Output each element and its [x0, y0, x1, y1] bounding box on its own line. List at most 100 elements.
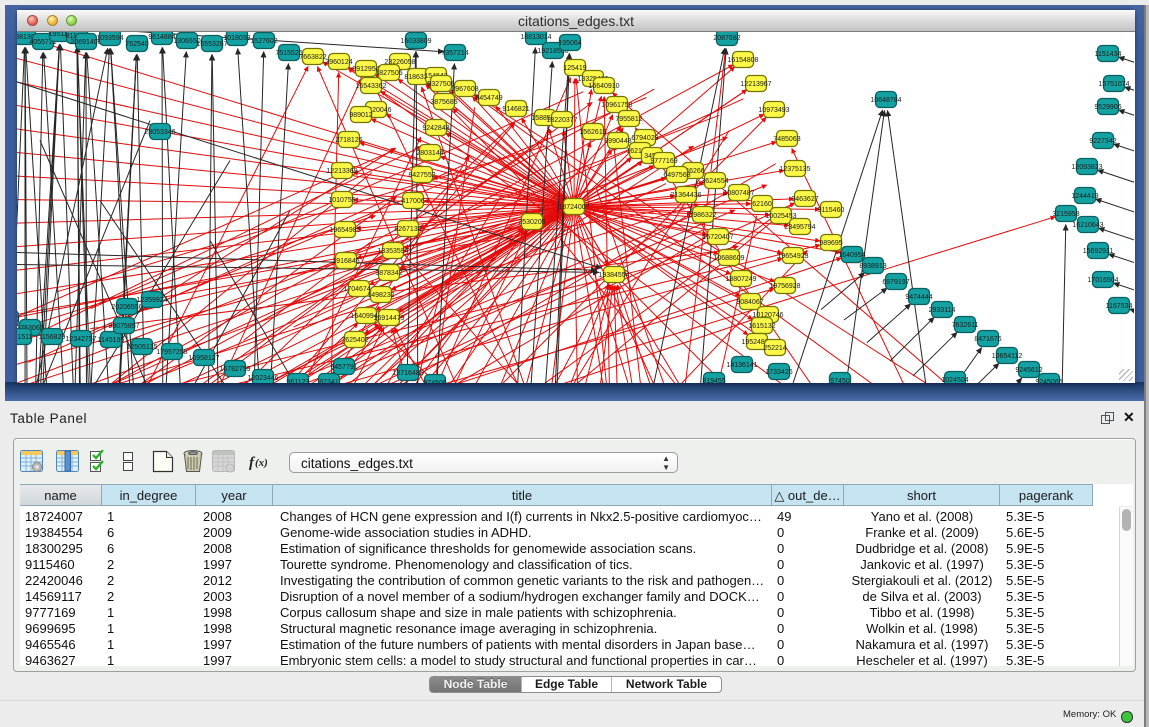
svg-text:8427552: 8427552: [408, 172, 435, 179]
svg-text:16033809: 16033809: [400, 38, 431, 45]
svg-text:989012: 989012: [349, 112, 372, 119]
svg-text:12359924: 12359924: [136, 297, 167, 304]
svg-text:7625402: 7625402: [341, 337, 368, 344]
svg-text:13716485: 13716485: [392, 370, 423, 377]
svg-text:23495794: 23495794: [784, 224, 815, 231]
svg-text:16640910: 16640910: [588, 83, 619, 90]
svg-text:2933114: 2933114: [929, 307, 956, 314]
svg-text:18220377: 18220377: [546, 117, 577, 124]
svg-text:9777169: 9777169: [650, 158, 677, 165]
svg-text:1498232: 1498232: [367, 292, 394, 299]
svg-text:16782759: 16782759: [219, 366, 250, 373]
svg-text:125419: 125419: [563, 65, 586, 72]
svg-text:12093823: 12093823: [1071, 164, 1102, 171]
svg-text:87341: 87341: [319, 379, 339, 383]
svg-text:3624554: 3624554: [701, 178, 728, 185]
svg-text:7955812: 7955812: [615, 116, 642, 123]
svg-text:6879197: 6879197: [882, 279, 909, 286]
svg-text:391511: 391511: [17, 334, 33, 341]
svg-text:1615132: 1615132: [748, 323, 775, 330]
svg-text:16553267: 16553267: [196, 41, 227, 48]
svg-text:9115460: 9115460: [818, 207, 845, 214]
svg-text:195064: 195064: [558, 40, 581, 47]
svg-text:819455: 819455: [702, 378, 725, 383]
svg-text:20206556: 20206556: [111, 304, 142, 311]
svg-text:16543362: 16543362: [355, 83, 386, 90]
svg-text:16210643: 16210643: [1072, 222, 1103, 229]
svg-text:10654112: 10654112: [992, 353, 1023, 360]
svg-text:1145195: 1145195: [98, 337, 125, 344]
svg-text:(x): (x): [255, 457, 268, 469]
svg-text:15751074: 15751074: [1098, 81, 1129, 88]
svg-text:2718126: 2718126: [335, 137, 362, 144]
svg-text:1018033: 1018033: [223, 35, 250, 42]
svg-text:1827505: 1827505: [375, 70, 402, 77]
svg-text:2530205: 2530205: [518, 219, 545, 226]
svg-text:93075857: 93075857: [108, 323, 139, 330]
svg-text:2087682: 2087682: [713, 35, 740, 42]
svg-text:1562615: 1562615: [579, 129, 606, 136]
svg-text:3875685: 3875685: [430, 99, 457, 106]
svg-text:989695: 989695: [819, 240, 842, 247]
svg-text:10648784: 10648784: [870, 97, 901, 104]
svg-text:7485063: 7485063: [773, 136, 800, 143]
svg-text:9529906: 9529906: [1094, 104, 1121, 111]
svg-text:9146821: 9146821: [502, 106, 529, 113]
svg-text:7515526: 7515526: [275, 50, 302, 57]
svg-text:15720407: 15720407: [702, 234, 733, 241]
svg-text:9084067: 9084067: [736, 299, 763, 306]
svg-text:1156829: 1156829: [39, 334, 66, 341]
svg-text:1244419: 1244419: [1071, 193, 1098, 200]
svg-text:17016504: 17016504: [1087, 277, 1118, 284]
svg-text:8454749: 8454749: [475, 95, 502, 102]
svg-text:1167534: 1167534: [1106, 303, 1133, 310]
svg-text:1916845: 1916845: [332, 258, 359, 265]
svg-text:1024504: 1024504: [941, 377, 968, 383]
svg-text:7632611: 7632611: [952, 322, 979, 329]
svg-text:12505135: 12505135: [126, 344, 157, 351]
svg-text:10688609: 10688609: [713, 255, 744, 262]
svg-text:16154808: 16154808: [727, 57, 758, 64]
svg-text:1010755: 1010755: [328, 197, 355, 204]
svg-text:8267130: 8267130: [394, 226, 421, 233]
svg-text:811180: 811180: [17, 316, 19, 323]
svg-text:19654985: 19654985: [329, 227, 360, 234]
svg-text:62160: 62160: [752, 201, 772, 208]
svg-text:9242848: 9242848: [422, 125, 449, 132]
svg-text:15692911: 15692911: [1083, 248, 1114, 255]
svg-text:18724007: 18724007: [558, 204, 589, 211]
svg-text:9245065: 9245065: [1035, 379, 1062, 383]
svg-text:7986322: 7986322: [689, 212, 716, 219]
svg-text:19756928: 19756928: [769, 283, 800, 290]
svg-text:9614884: 9614884: [148, 34, 175, 41]
svg-text:9245612: 9245612: [1015, 367, 1042, 374]
svg-text:9227342: 9227342: [1089, 138, 1116, 145]
svg-text:16914479: 16914479: [373, 315, 404, 322]
svg-text:19654923: 19654923: [777, 253, 808, 260]
svg-text:1151434: 1151434: [1095, 51, 1122, 58]
svg-text:12375135: 12375135: [779, 166, 810, 173]
svg-text:19384554: 19384554: [598, 272, 629, 279]
svg-text:8471676: 8471676: [974, 336, 1001, 343]
svg-text:762540: 762540: [125, 41, 148, 48]
svg-text:1093594: 1093594: [96, 35, 123, 42]
svg-text:1527602: 1527602: [250, 38, 277, 45]
svg-text:14136141: 14136141: [726, 362, 757, 369]
svg-text:2803144: 2803144: [416, 150, 443, 157]
svg-text:9457791: 9457791: [330, 364, 357, 371]
svg-text:10961758: 10961758: [601, 102, 632, 109]
svg-text:10973493: 10973493: [758, 107, 789, 114]
svg-text:6497568: 6497568: [663, 172, 690, 179]
svg-text:961123: 961123: [287, 379, 310, 383]
svg-text:3878342: 3878342: [375, 270, 402, 277]
svg-text:97450: 97450: [830, 378, 850, 383]
svg-text:28053346: 28053346: [144, 129, 175, 136]
svg-text:417006: 417006: [401, 198, 424, 205]
svg-text:21364436: 21364436: [670, 192, 701, 199]
svg-text:252214: 252214: [763, 345, 786, 352]
svg-text:3215958: 3215958: [1052, 211, 1079, 218]
svg-text:12023446: 12023446: [247, 375, 278, 382]
svg-text:974506: 974506: [423, 380, 446, 383]
svg-text:13353594: 13353594: [377, 248, 408, 255]
svg-text:8990448: 8990448: [604, 138, 631, 145]
